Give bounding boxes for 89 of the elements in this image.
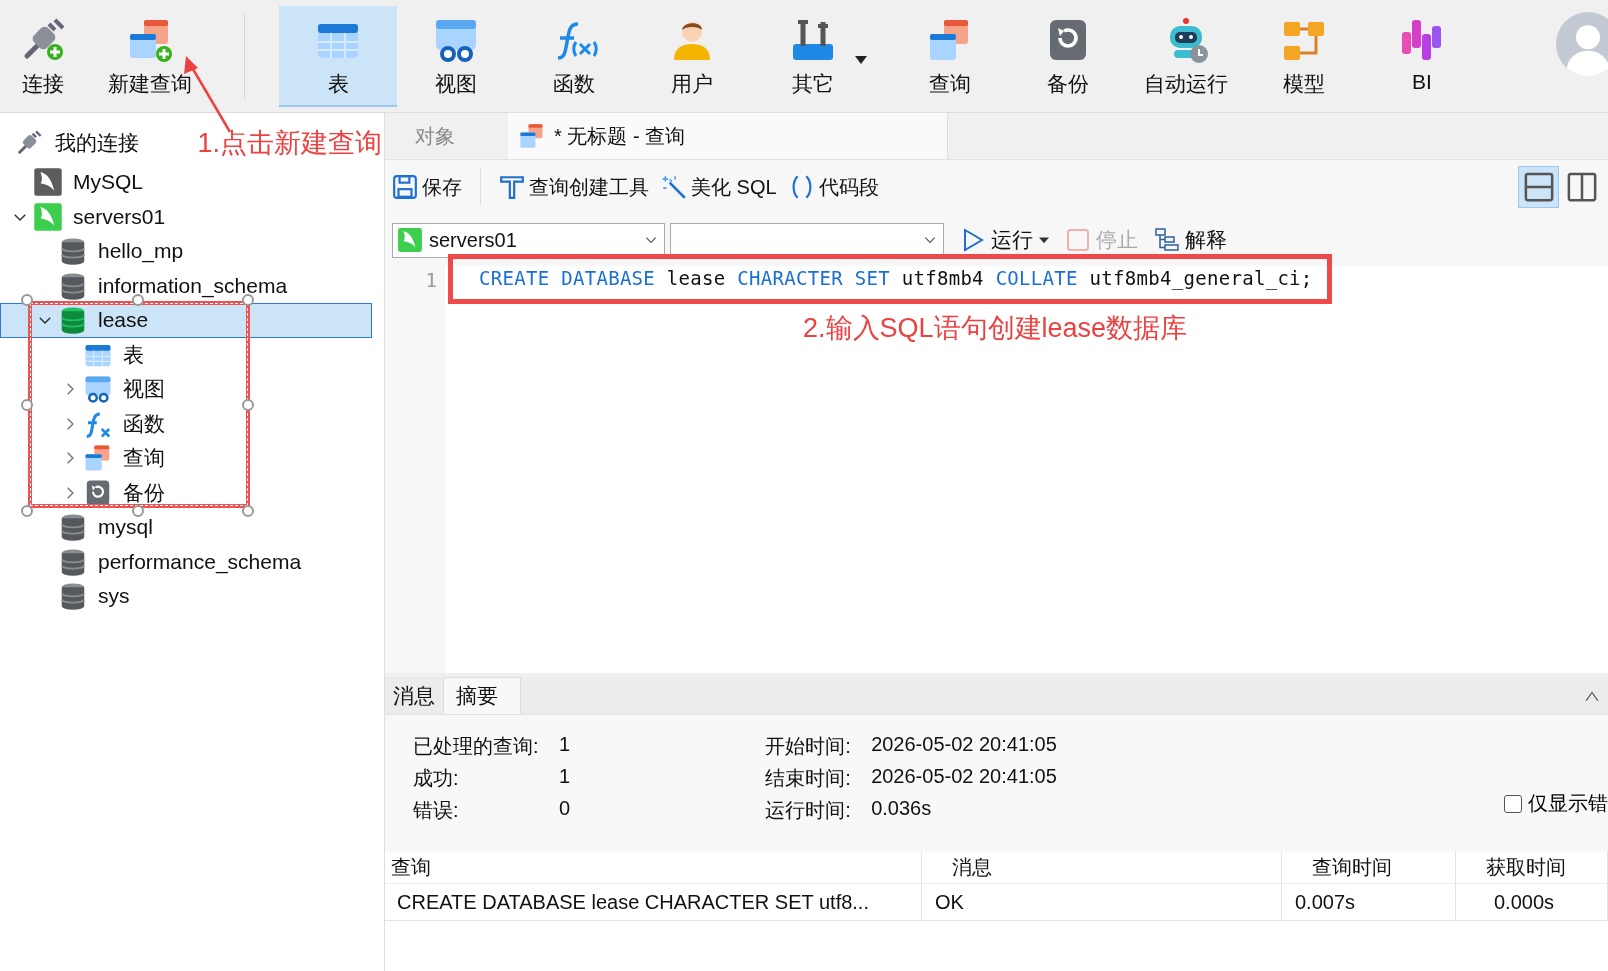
connection-select[interactable]: servers01 [392, 222, 665, 258]
tree-item[interactable]: performance_schema [0, 544, 384, 579]
line-number: 1 [424, 269, 437, 291]
tree-item[interactable]: sys [0, 579, 384, 614]
tree-item[interactable]: 函数 [0, 406, 384, 441]
summary-value: 2026-05-02 20:41:05 [871, 765, 1057, 789]
annotation-note: 2.输入SQL语句创建lease数据库 [803, 312, 1189, 345]
plug-icon [15, 129, 43, 157]
database-icon [58, 581, 88, 612]
summary-value: 0.036s [871, 797, 933, 821]
database-icon [58, 236, 88, 267]
tab[interactable]: 消息 [385, 677, 443, 714]
summary-value: 1 [559, 733, 571, 757]
tab[interactable]: * 无标题 - 查询 [508, 113, 948, 159]
toolbar-button[interactable]: 保存 [392, 173, 462, 201]
toolbar-button[interactable]: 函数 [515, 6, 633, 107]
tab[interactable]: 摘要 [443, 677, 521, 714]
tree-item[interactable]: servers01 [0, 199, 384, 234]
toolbar-button[interactable]: 表 [279, 6, 397, 107]
tree-item[interactable]: 视图 [0, 372, 384, 407]
tree-item[interactable]: hello_mp [0, 234, 384, 269]
summary-label: 运行时间: [765, 798, 852, 823]
tree-item[interactable]: 表 [0, 337, 384, 372]
summary-label: 已处理的查询: [413, 734, 540, 759]
dolphin-icon [33, 201, 63, 232]
toolbar-button[interactable]: BI [1363, 6, 1481, 107]
sidebar-title: 我的连接 [55, 130, 139, 156]
toolbar-button[interactable]: 代码段 [788, 173, 879, 201]
table-glasses-icon [83, 374, 113, 405]
split-vertical-icon [1566, 172, 1597, 202]
save-icon [392, 174, 418, 200]
resize-handle[interactable] [242, 505, 254, 517]
layout-button[interactable] [1518, 166, 1559, 208]
resize-handle[interactable] [21, 294, 33, 306]
dolphin-icon [397, 227, 423, 253]
table-cell: 0.000s [1456, 884, 1608, 921]
toolbar-button[interactable]: 解释 [1155, 226, 1227, 254]
toolbar-button[interactable]: 新建查询 [90, 6, 210, 107]
tool-icon [499, 174, 525, 200]
column-header: 查询时间 [1282, 852, 1456, 884]
select-value: servers01 [429, 228, 518, 252]
toolbar-button[interactable]: 连接 [0, 6, 86, 107]
summary-label: 错误: [413, 798, 460, 823]
toolbar-button[interactable]: 美化 SQL [661, 173, 777, 201]
tree-item[interactable]: information_schema [0, 268, 384, 303]
hierarchy-icon [1155, 228, 1179, 252]
caret-icon [1039, 235, 1049, 245]
resize-handle[interactable] [242, 399, 254, 411]
resize-handle[interactable] [21, 505, 33, 517]
square-icon [1066, 228, 1090, 252]
toolbar-button[interactable]: 其它 [751, 6, 891, 107]
table-cell: 0.007s [1282, 884, 1456, 921]
toolbar-button[interactable]: 备份 [1009, 6, 1127, 107]
toolbar-button[interactable]: 视图 [397, 6, 515, 107]
play-icon [961, 228, 985, 252]
column-header: 获取时间 [1456, 852, 1608, 884]
summary-label: 成功: [413, 766, 460, 791]
toolbar-button[interactable]: 自动运行 [1127, 6, 1245, 107]
tree-item[interactable]: mysql [0, 510, 384, 545]
toolbar-button[interactable]: 用户 [633, 6, 751, 107]
tree-item[interactable]: 备份 [0, 475, 384, 510]
annotation-note: 1.点击新建查询 [197, 127, 382, 160]
summary-label: 开始时间: [765, 734, 852, 759]
table-cell: CREATE DATABASE lease CHARACTER SET utf8... [385, 884, 922, 921]
tree-item[interactable]: MySQL [0, 165, 384, 200]
tree-item[interactable]: lease [0, 303, 372, 338]
magic-wand-icon [661, 174, 687, 200]
resize-handle[interactable] [132, 505, 144, 517]
dolphin-icon [33, 167, 63, 198]
summary-value: 2026-05-02 20:41:05 [871, 733, 1057, 757]
summary-value: 1 [559, 765, 571, 789]
resize-handle[interactable] [21, 399, 33, 411]
tree-item[interactable]: 查询 [0, 441, 384, 476]
toolbar-button[interactable]: 查询 [891, 6, 1009, 107]
summary-label: 结束时间: [765, 766, 852, 791]
toolbar-button[interactable]: 模型 [1245, 6, 1363, 107]
column-header: 消息 [922, 852, 1282, 884]
database-icon [58, 305, 88, 336]
split-horizontal-icon [1523, 172, 1554, 202]
avatar-icon [1556, 12, 1608, 76]
toolbar-button[interactable]: 查询创建工具 [499, 173, 649, 201]
tables-icon [518, 122, 546, 150]
toolbar-button[interactable]: 运行 [961, 226, 1049, 254]
table-cell: OK [922, 884, 1282, 921]
caret-icon [855, 56, 867, 64]
summary-value: 0 [559, 797, 571, 821]
column-header: 查询 [385, 852, 922, 884]
checkbox[interactable]: 仅显示错 [1504, 790, 1608, 817]
database-icon [58, 512, 88, 543]
